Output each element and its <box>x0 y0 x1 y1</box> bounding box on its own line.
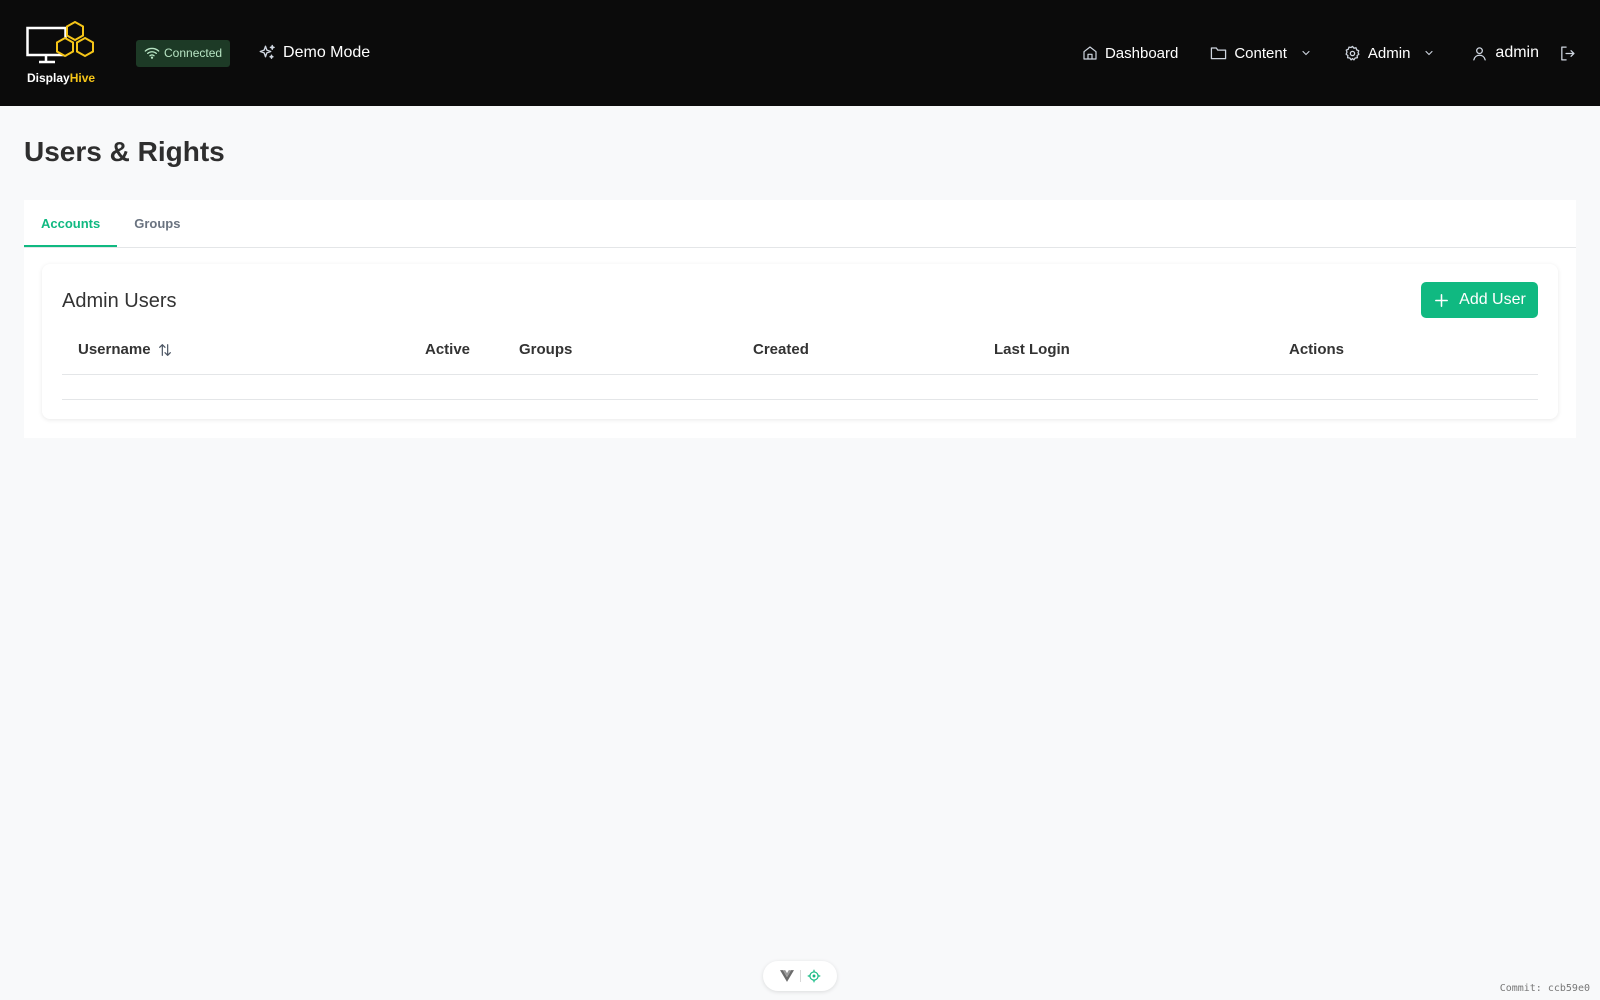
tab-bar: Accounts Groups <box>24 200 1576 248</box>
column-groups: Groups <box>519 341 573 358</box>
add-user-label: Add User <box>1459 291 1526 308</box>
folder-icon <box>1211 47 1227 60</box>
table-header: Username Active Groups Created Last Logi… <box>62 330 1538 375</box>
nav-user-label: admin <box>1495 44 1539 61</box>
dev-toolbar-divider <box>799 970 801 982</box>
home-icon <box>1083 46 1097 60</box>
demo-mode-indicator[interactable]: Demo Mode <box>258 44 370 62</box>
column-last-login: Last Login <box>994 341 1070 358</box>
card-title: Admin Users <box>62 290 177 312</box>
column-username[interactable]: Username <box>78 341 173 358</box>
nav-dashboard[interactable]: Dashboard <box>1082 45 1178 62</box>
nav-user-menu[interactable]: admin <box>1471 44 1539 62</box>
chevron-down-icon <box>1302 50 1310 56</box>
connection-status-badge: Connected <box>136 39 231 67</box>
nav-admin-dropdown[interactable]: Admin <box>1344 45 1436 62</box>
tab-groups[interactable]: Groups <box>117 200 197 247</box>
column-created: Created <box>753 341 809 358</box>
gear-icon <box>1345 45 1360 61</box>
nav-dashboard-label: Dashboard <box>1104 44 1179 62</box>
vue-logo-icon[interactable] <box>779 970 794 982</box>
dev-toolbar <box>763 961 837 991</box>
nav-admin-label: Admin <box>1367 44 1411 62</box>
commit-hash: Commit: ccb59e0 <box>1499 983 1590 994</box>
logout-button[interactable] <box>1559 45 1576 62</box>
plus-icon <box>1435 293 1449 307</box>
sort-icon[interactable] <box>157 342 173 358</box>
column-active: Active <box>425 341 471 358</box>
users-rights-panel: Accounts Groups Admin Users Add User Use… <box>24 200 1576 438</box>
nav-content-dropdown[interactable]: Content <box>1210 45 1312 62</box>
user-icon <box>1473 46 1487 61</box>
demo-mode-label: Demo Mode <box>283 44 371 61</box>
admin-users-card: Admin Users Add User Username Active Gro… <box>42 264 1558 419</box>
wifi-icon <box>144 47 160 59</box>
top-navbar: DisplayHive Connected Demo Mode Dashboar… <box>0 0 1600 106</box>
add-user-button[interactable]: Add User <box>1421 282 1538 318</box>
displayhive-logo[interactable]: DisplayHive <box>26 20 100 85</box>
sparkles-icon <box>259 44 275 59</box>
monitor-hive-icon <box>26 20 94 64</box>
column-actions: Actions <box>1289 341 1345 358</box>
nav-content-label: Content <box>1234 44 1287 62</box>
main-nav: Dashboard Content Admin admin <box>1082 44 1576 62</box>
logo-wordmark: DisplayHive <box>27 71 96 85</box>
logout-icon <box>1561 45 1575 61</box>
crosshair-icon[interactable] <box>807 969 821 983</box>
page-title: Users & Rights <box>24 136 225 167</box>
table-empty-row <box>62 375 1538 400</box>
chevron-down-icon <box>1425 50 1433 56</box>
column-username-label: Username <box>78 341 151 358</box>
connection-status-label: Connected <box>164 46 223 60</box>
tab-accounts[interactable]: Accounts <box>24 200 118 247</box>
